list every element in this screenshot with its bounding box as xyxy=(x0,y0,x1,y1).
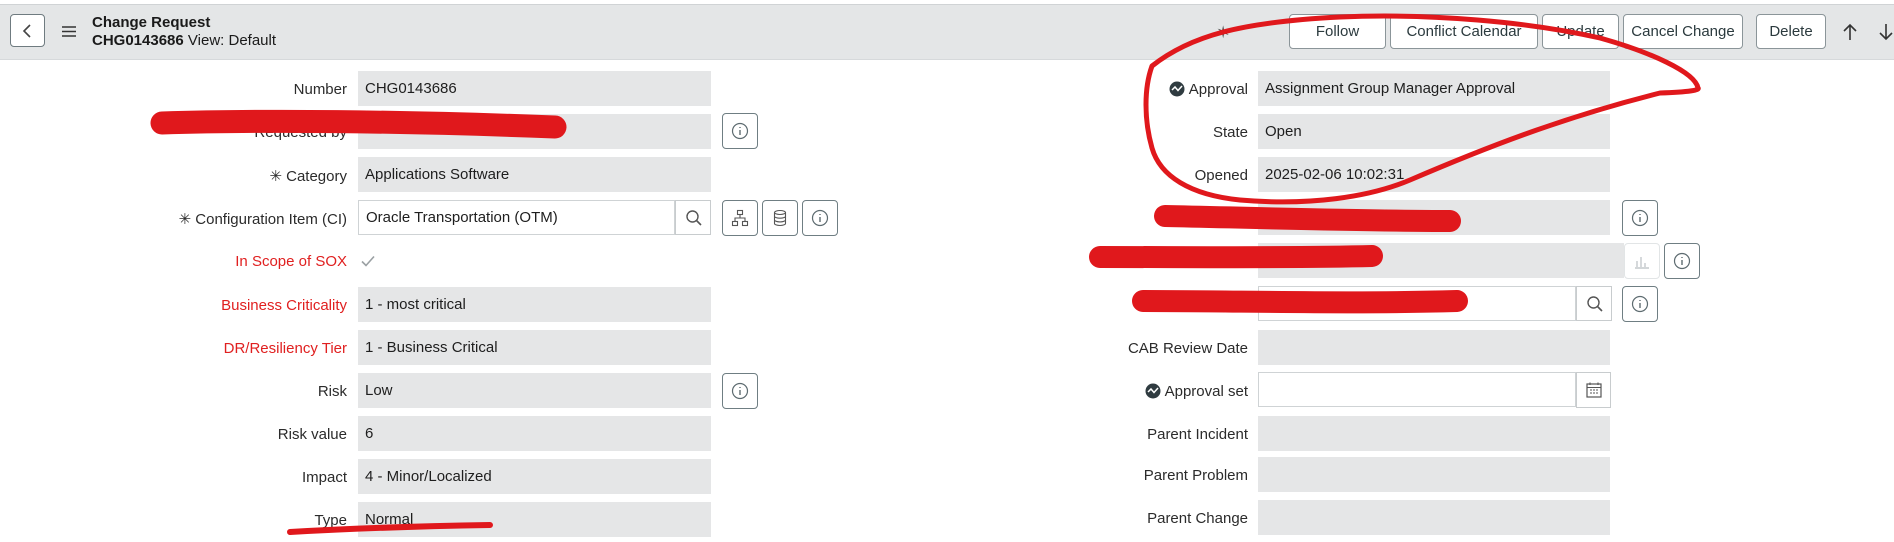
info-icon xyxy=(731,122,749,140)
redacted-field-1-info-button[interactable] xyxy=(1622,200,1658,236)
risk-value-label: Risk value xyxy=(277,426,347,443)
assignment-group-field: ...,OTM xyxy=(1258,243,1624,278)
configuration-item-label-text: Configuration Item (CI) xyxy=(195,211,347,228)
configuration-item-label: ✳ Configuration Item (CI) xyxy=(179,210,347,228)
ci-dependency-button[interactable] xyxy=(722,200,758,236)
risk-field[interactable]: Low xyxy=(358,373,711,408)
arrow-up-icon[interactable] xyxy=(1843,23,1857,41)
database-icon xyxy=(773,209,787,227)
approval-label-text: Approval xyxy=(1188,81,1248,98)
approval-label: Approval xyxy=(1169,81,1248,98)
mandatory-icon: ✳ xyxy=(178,211,192,228)
parent-problem-field xyxy=(1258,457,1610,492)
parent-change-field xyxy=(1258,500,1610,535)
conflict-calendar-button[interactable]: Conflict Calendar xyxy=(1390,14,1538,49)
form-header: Change Request CHG0143686 View: Default … xyxy=(0,4,1894,60)
info-icon xyxy=(811,209,829,227)
chart-icon xyxy=(1635,257,1649,269)
ci-search-button[interactable] xyxy=(675,200,711,235)
risk-value-field: 6 xyxy=(358,416,711,451)
assignment-group-chart-button[interactable] xyxy=(1624,243,1660,279)
category-label: ✳ Category xyxy=(269,167,347,185)
opened-label: Opened xyxy=(1194,167,1248,184)
record-number: CHG0143686 xyxy=(92,32,184,49)
risk-info-button[interactable] xyxy=(722,373,758,409)
hierarchy-icon xyxy=(731,209,749,227)
business-criticality-label: Business Criticality xyxy=(221,297,347,314)
type-field[interactable]: Normal xyxy=(358,502,711,537)
category-field[interactable]: Applications Software xyxy=(358,157,711,192)
back-icon xyxy=(22,24,31,38)
approval-icon xyxy=(1169,81,1185,97)
opened-field: 2025-02-06 10:02:31 xyxy=(1258,157,1610,192)
ci-database-button[interactable] xyxy=(762,200,798,236)
check-icon xyxy=(361,255,375,267)
impact-field[interactable]: 4 - Minor/Localized xyxy=(358,459,711,494)
requested-by-label: Requested by xyxy=(254,124,347,141)
cab-review-date-label: CAB Review Date xyxy=(1127,340,1248,357)
redacted-field-1 xyxy=(1258,200,1610,235)
page-title: Change Request xyxy=(92,14,211,31)
redacted-input-3-search-button[interactable] xyxy=(1576,286,1612,321)
risk-label: Risk xyxy=(317,383,347,400)
redacted-input-3-info-button[interactable] xyxy=(1622,286,1658,322)
requested-by-field[interactable] xyxy=(358,114,711,149)
page-subtitle: CHG0143686 View: Default xyxy=(92,32,276,49)
approval-field: Assignment Group Manager Approval xyxy=(1258,71,1610,106)
requested-by-info-button[interactable] xyxy=(722,113,758,149)
arrow-down-icon[interactable] xyxy=(1879,23,1893,41)
dr-resiliency-tier-label: DR/Resiliency Tier xyxy=(223,340,347,357)
back-button[interactable] xyxy=(10,14,45,47)
parent-problem-label: Parent Problem xyxy=(1143,467,1248,484)
assignment-group-info-button[interactable] xyxy=(1664,243,1700,279)
configuration-item-input[interactable]: Oracle Transportation (OTM) xyxy=(358,200,675,235)
delete-button[interactable]: Delete xyxy=(1756,14,1826,49)
ci-info-button[interactable] xyxy=(802,200,838,236)
type-label: Type xyxy=(314,512,347,529)
search-icon xyxy=(686,210,702,226)
info-icon xyxy=(1673,252,1691,270)
in-scope-sox-label: In Scope of SOX xyxy=(235,253,347,270)
cab-review-date-field xyxy=(1258,330,1610,365)
number-field: CHG0143686 xyxy=(358,71,711,106)
approval-set-label: Approval set xyxy=(1145,383,1248,400)
approval-set-label-text: Approval set xyxy=(1164,383,1248,400)
parent-change-label: Parent Change xyxy=(1147,510,1248,527)
search-icon xyxy=(1587,296,1603,312)
update-button[interactable]: Update xyxy=(1542,14,1619,49)
parent-incident-field xyxy=(1258,416,1610,451)
info-icon xyxy=(731,382,749,400)
star-icon[interactable]: ✶ xyxy=(1216,23,1230,43)
parent-incident-label: Parent Incident xyxy=(1147,426,1248,443)
calendar-icon xyxy=(1586,382,1602,398)
category-label-text: Category xyxy=(286,168,347,185)
info-icon xyxy=(1631,295,1649,313)
business-criticality-field: 1 - most critical xyxy=(358,287,711,322)
dr-resiliency-tier-field: 1 - Business Critical xyxy=(358,330,711,365)
info-icon xyxy=(1631,209,1649,227)
view-label: View: Default xyxy=(187,32,277,49)
mandatory-icon: ✳ xyxy=(269,168,282,185)
hamburger-icon[interactable] xyxy=(62,26,76,37)
follow-button[interactable]: Follow xyxy=(1289,14,1386,49)
approval-set-input[interactable] xyxy=(1258,372,1576,407)
number-label: Number xyxy=(293,81,347,98)
state-field: Open xyxy=(1258,114,1610,149)
approval-icon xyxy=(1145,383,1161,399)
approval-set-calendar-button[interactable] xyxy=(1576,372,1611,408)
redacted-input-3[interactable] xyxy=(1258,286,1576,321)
impact-label: Impact xyxy=(301,469,347,486)
cancel-change-button[interactable]: Cancel Change xyxy=(1623,14,1743,49)
state-label: State xyxy=(1212,124,1248,141)
